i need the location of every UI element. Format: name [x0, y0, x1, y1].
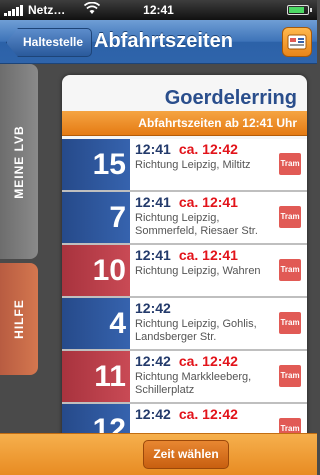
tab-hilfe[interactable]: HILFE	[0, 263, 38, 375]
back-button[interactable]: Haltestelle	[6, 28, 93, 57]
direction-text: Richtung Leipzig, Sommerfeld, Riesaer St…	[135, 212, 258, 237]
estimated-time: ca. 12:42	[178, 406, 238, 422]
estimated-time: ca. 12:41	[178, 194, 238, 210]
choose-time-button[interactable]: Zeit wählen	[143, 440, 229, 469]
departure-info: 12:41 ca. 12:41 Richtung Leipzig, Sommerf…	[135, 194, 273, 238]
line-number: 11	[62, 351, 130, 402]
tram-icon: Tram	[279, 365, 301, 387]
departure-row[interactable]: 15 12:41 ca. 12:42 Richtung Leipzig, Milt…	[62, 139, 307, 192]
departure-row[interactable]: 10 12:41 ca. 12:41 Richtung Leipzig, Wahr…	[62, 245, 307, 298]
battery-icon	[287, 5, 312, 15]
line-number: 4	[62, 298, 130, 349]
tram-icon: Tram	[279, 153, 301, 175]
tram-icon: Tram	[279, 259, 301, 281]
estimated-time: ca. 12:42	[178, 353, 238, 369]
timetable-icon[interactable]	[282, 27, 312, 57]
departure-row[interactable]: 4 12:42 Richtung Leipzig, Gohlis, Landsb…	[62, 298, 307, 351]
tab-meine-lvb[interactable]: MEINE LVB	[0, 64, 38, 259]
navigation-bar: Haltestelle Abfahrtszeiten	[0, 20, 317, 64]
direction-text: Richtung Leipzig, Wahren	[135, 265, 261, 277]
scheduled-time: 12:41	[135, 141, 171, 157]
scheduled-time: 12:42	[135, 353, 171, 369]
bottom-toolbar: Zeit wählen	[0, 433, 317, 475]
scheduled-time: 12:41	[135, 247, 171, 263]
estimated-time: ca. 12:41	[178, 247, 238, 263]
line-number: 10	[62, 245, 130, 296]
tram-icon: Tram	[279, 312, 301, 334]
scheduled-time: 12:41	[135, 194, 171, 210]
page-title: Abfahrtszeiten	[94, 30, 233, 52]
direction-text: Richtung Leipzig, Gohlis, Landsberger St…	[135, 318, 257, 343]
departure-time-banner: Abfahrtszeiten ab 12:41 Uhr	[62, 111, 307, 136]
stop-name: Goerdelerring	[164, 87, 297, 109]
scheduled-time: 12:42	[135, 406, 171, 422]
departure-info: 12:41 ca. 12:42 Richtung Leipzig, Miltitz	[135, 141, 273, 172]
departure-row[interactable]: 11 12:42 ca. 12:42 Richtung Markkleeberg,…	[62, 351, 307, 404]
status-time: 12:41	[143, 3, 174, 17]
status-bar: Netz… 12:41	[0, 0, 317, 20]
tram-icon: Tram	[279, 206, 301, 228]
direction-text: Richtung Markkleeberg, Schillerplatz	[135, 371, 252, 396]
departure-info: 12:41 ca. 12:41 Richtung Leipzig, Wahren	[135, 247, 273, 278]
departure-info: 12:42 ca. 12:42 Richtung Markkleeberg, Sc…	[135, 353, 273, 397]
departures-panel: Goerdelerring Abfahrtszeiten ab 12:41 Uh…	[62, 75, 307, 440]
scheduled-time: 12:42	[135, 300, 171, 316]
departure-list: 15 12:41 ca. 12:42 Richtung Leipzig, Milt…	[62, 139, 307, 440]
estimated-time: ca. 12:42	[178, 141, 238, 157]
tab-hilfe-label: HILFE	[12, 299, 26, 339]
tab-meine-lvb-label: MEINE LVB	[12, 124, 26, 199]
direction-text: Richtung Leipzig, Miltitz	[135, 159, 251, 171]
line-number: 7	[62, 192, 130, 243]
departure-info: 12:42 Richtung Leipzig, Gohlis, Landsber…	[135, 300, 273, 344]
departure-info: 12:42 ca. 12:42	[135, 406, 273, 424]
departure-row[interactable]: 7 12:41 ca. 12:41 Richtung Leipzig, Somme…	[62, 192, 307, 245]
line-number: 15	[62, 139, 130, 190]
